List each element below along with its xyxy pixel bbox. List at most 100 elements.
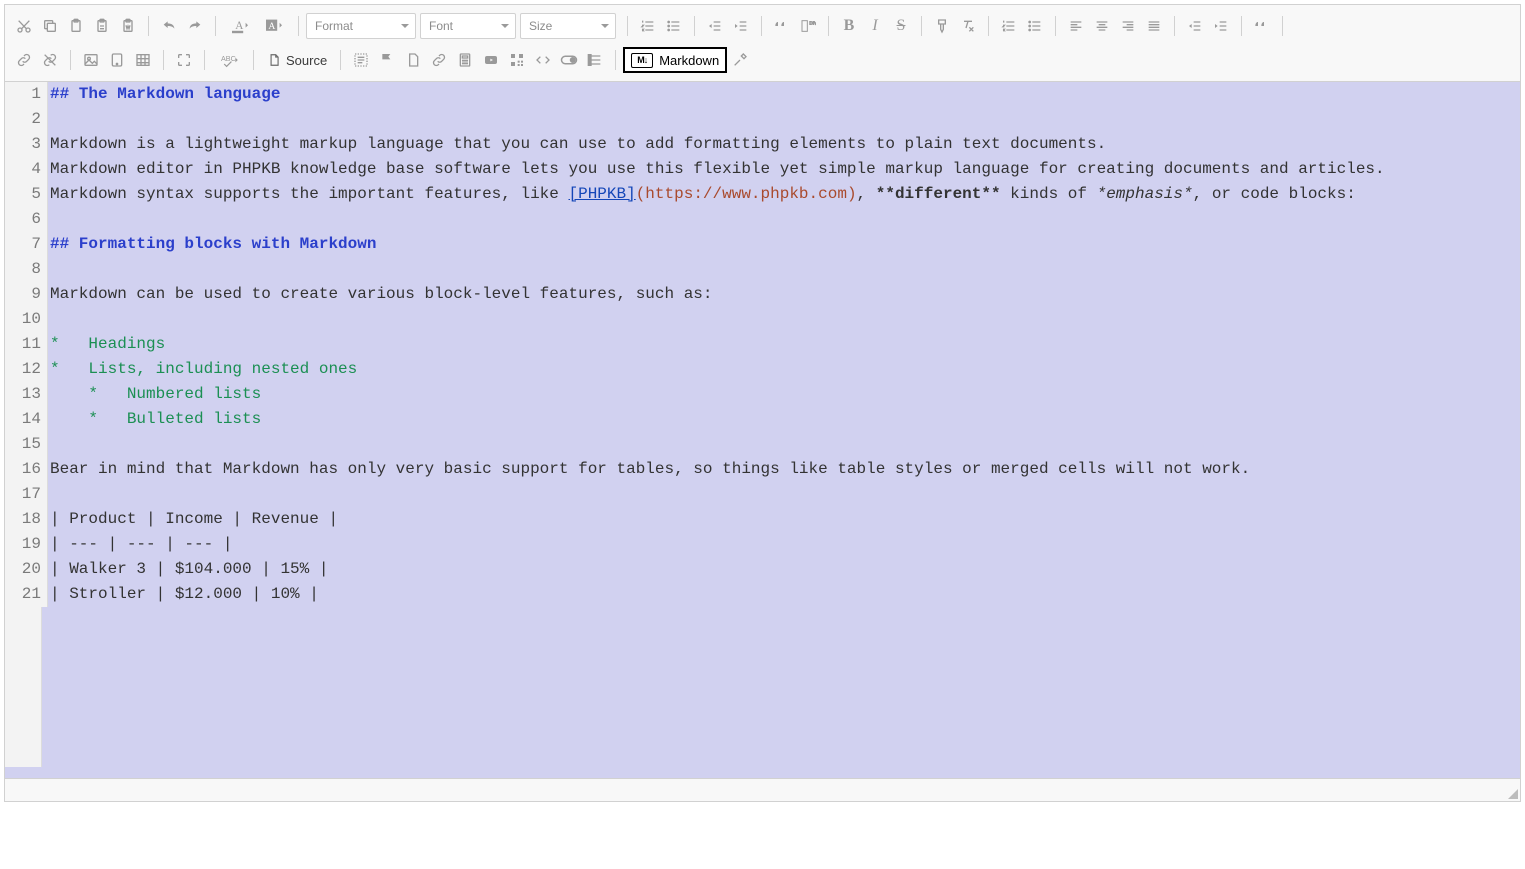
- line-number: 8: [5, 257, 48, 282]
- font-dropdown[interactable]: Font: [420, 13, 516, 39]
- line-content[interactable]: Bear in mind that Markdown has only very…: [48, 457, 1250, 482]
- line-content[interactable]: Markdown can be used to create various b…: [48, 282, 713, 307]
- line-number: 7: [5, 232, 48, 257]
- blockquote-icon-2[interactable]: [1249, 13, 1275, 39]
- toolbar-separator: [148, 16, 149, 36]
- chevron-down-icon: [501, 24, 509, 28]
- numbered-list-icon-2[interactable]: [996, 13, 1022, 39]
- code-line: 4Markdown editor in PHPKB knowledge base…: [5, 157, 1520, 182]
- svg-text:A: A: [235, 20, 243, 32]
- line-number: 1: [5, 82, 48, 107]
- line-content[interactable]: [48, 257, 60, 282]
- div-icon[interactable]: DIV: [795, 13, 821, 39]
- line-content[interactable]: ## The Markdown language: [48, 82, 280, 107]
- toolbar-separator: [921, 16, 922, 36]
- line-content[interactable]: ## Formatting blocks with Markdown: [48, 232, 376, 257]
- line-content[interactable]: * Bulleted lists: [48, 407, 261, 432]
- line-content[interactable]: [48, 107, 60, 132]
- code-line: 17: [5, 482, 1520, 507]
- line-content[interactable]: [48, 432, 60, 457]
- form-icon[interactable]: [582, 47, 608, 73]
- toolbar-separator: [1241, 16, 1242, 36]
- bold-icon[interactable]: B: [836, 13, 862, 39]
- line-number: 11: [5, 332, 48, 357]
- line-content[interactable]: [48, 307, 60, 332]
- line-number: 4: [5, 157, 48, 182]
- toolbar-separator: [298, 16, 299, 36]
- resize-grip-icon[interactable]: [1508, 789, 1518, 799]
- qrcode-icon[interactable]: [504, 47, 530, 73]
- line-content[interactable]: Markdown editor in PHPKB knowledge base …: [48, 157, 1385, 182]
- eyedropper-icon[interactable]: [727, 47, 753, 73]
- blockquote-icon[interactable]: [769, 13, 795, 39]
- line-content[interactable]: | Product | Income | Revenue |: [48, 507, 338, 532]
- outdent-icon[interactable]: [702, 13, 728, 39]
- dropdown-label: Size: [529, 19, 552, 33]
- line-content[interactable]: * Headings: [48, 332, 165, 357]
- source-button[interactable]: Source: [261, 48, 333, 72]
- markdown-button[interactable]: M↓ Markdown: [623, 47, 727, 73]
- toggle-icon[interactable]: [556, 47, 582, 73]
- undo-icon[interactable]: [156, 13, 182, 39]
- align-left-icon[interactable]: [1063, 13, 1089, 39]
- size-dropdown[interactable]: Size: [520, 13, 616, 39]
- calculator-icon[interactable]: [452, 47, 478, 73]
- bulleted-list-icon[interactable]: [661, 13, 687, 39]
- cut-icon[interactable]: [11, 13, 37, 39]
- line-content[interactable]: [48, 207, 60, 232]
- tablet-icon[interactable]: [104, 47, 130, 73]
- outdent-icon-2[interactable]: [1182, 13, 1208, 39]
- numbered-list-icon[interactable]: [635, 13, 661, 39]
- table-icon[interactable]: [130, 47, 156, 73]
- spellcheck-icon[interactable]: ABC: [212, 47, 246, 73]
- line-content[interactable]: Markdown syntax supports the important f…: [48, 182, 1356, 207]
- paste-icon[interactable]: [63, 13, 89, 39]
- line-content[interactable]: * Lists, including nested ones: [48, 357, 357, 382]
- line-content[interactable]: | Walker 3 | $104.000 | 15% |: [48, 557, 328, 582]
- anchor-icon[interactable]: [400, 47, 426, 73]
- document-icon: [267, 53, 281, 67]
- remove-format-icon[interactable]: [955, 13, 981, 39]
- paste-word-icon[interactable]: [115, 13, 141, 39]
- image-icon[interactable]: [78, 47, 104, 73]
- line-content[interactable]: | Stroller | $12.000 | 10% |: [48, 582, 319, 607]
- code-snippet-icon[interactable]: [530, 47, 556, 73]
- align-justify-icon[interactable]: [1141, 13, 1167, 39]
- paste-text-icon[interactable]: [89, 13, 115, 39]
- copy-formatting-icon[interactable]: [929, 13, 955, 39]
- indent-icon[interactable]: [728, 13, 754, 39]
- strike-icon[interactable]: S: [888, 13, 914, 39]
- line-number: 9: [5, 282, 48, 307]
- chevron-down-icon: [601, 24, 609, 28]
- toolbar-row-1: A A Format Font Size DIV B I S: [11, 9, 1514, 43]
- align-center-icon[interactable]: [1089, 13, 1115, 39]
- toolbar-separator: [253, 50, 254, 70]
- link-icon[interactable]: [11, 47, 37, 73]
- toolbar-separator: [761, 16, 762, 36]
- align-right-icon[interactable]: [1115, 13, 1141, 39]
- code-editor[interactable]: 1## The Markdown language2 3Markdown is …: [5, 82, 1520, 778]
- link-icon-2[interactable]: [426, 47, 452, 73]
- bg-color-icon[interactable]: A: [257, 13, 291, 39]
- code-line: 1## The Markdown language: [5, 82, 1520, 107]
- svg-text:A: A: [268, 21, 275, 32]
- italic-icon[interactable]: I: [862, 13, 888, 39]
- bulleted-list-icon-2[interactable]: [1022, 13, 1048, 39]
- line-content[interactable]: | --- | --- | --- |: [48, 532, 232, 557]
- indent-icon-2[interactable]: [1208, 13, 1234, 39]
- markdown-icon: M↓: [631, 53, 653, 68]
- text-color-icon[interactable]: A: [223, 13, 257, 39]
- unlink-icon[interactable]: [37, 47, 63, 73]
- line-content[interactable]: * Numbered lists: [48, 382, 261, 407]
- maximize-icon[interactable]: [171, 47, 197, 73]
- line-content[interactable]: Markdown is a lightweight markup languag…: [48, 132, 1106, 157]
- line-number: 2: [5, 107, 48, 132]
- redo-icon[interactable]: [182, 13, 208, 39]
- copy-icon[interactable]: [37, 13, 63, 39]
- line-content[interactable]: [48, 482, 60, 507]
- format-dropdown[interactable]: Format: [306, 13, 416, 39]
- select-all-icon[interactable]: [348, 47, 374, 73]
- code-line: 2: [5, 107, 1520, 132]
- youtube-icon[interactable]: [478, 47, 504, 73]
- flag-icon[interactable]: [374, 47, 400, 73]
